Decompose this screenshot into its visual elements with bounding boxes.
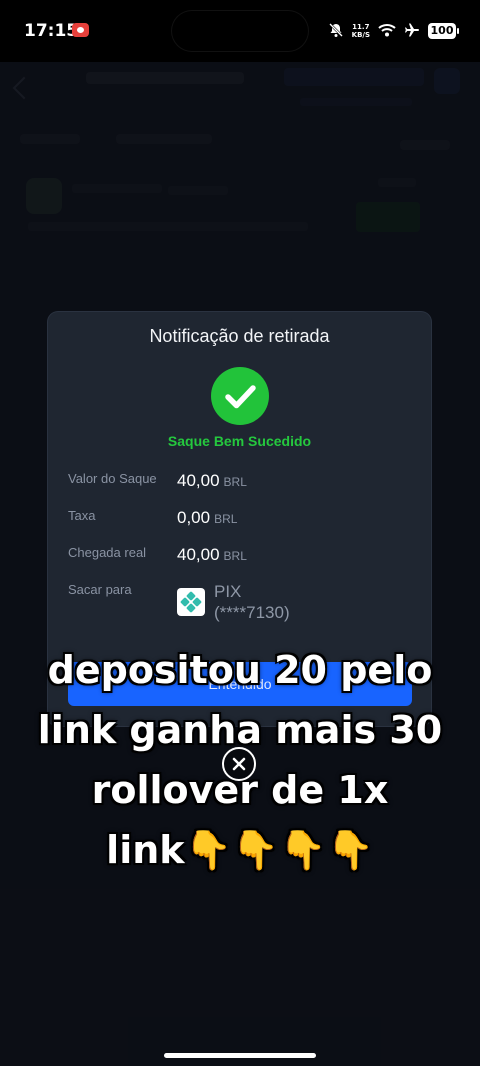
- arrival-currency: BRL: [223, 549, 247, 563]
- fee-label: Taxa: [68, 508, 96, 523]
- network-speed: 11.7 KB/S: [352, 23, 370, 39]
- fee-number: 0,00: [177, 508, 211, 527]
- fee-currency: BRL: [214, 512, 238, 526]
- battery-icon: 100: [428, 23, 459, 39]
- wifi-icon: [378, 23, 396, 40]
- dynamic-island: [172, 11, 308, 51]
- success-check-icon: [211, 367, 269, 425]
- amount-value: 40,00 BRL: [177, 471, 247, 491]
- actual-arrival-label: Chegada real: [68, 545, 147, 560]
- mute-bell-icon: [328, 22, 344, 41]
- status-icons: 11.7 KB/S 100: [328, 20, 459, 42]
- amount-label: Valor do Saque: [68, 471, 157, 486]
- network-speed-value: 11.7: [352, 23, 370, 31]
- caption-line: link👇👇👇👇: [106, 828, 374, 872]
- caption-line: depositou 20 pelo: [47, 648, 433, 692]
- withdraw-to-label: Sacar para: [68, 582, 132, 597]
- airplane-icon: [404, 22, 420, 41]
- pix-icon: [177, 588, 205, 616]
- home-indicator[interactable]: [164, 1053, 316, 1058]
- modal-title: Notificação de retirada: [149, 326, 330, 346]
- status-bar: 17:15 11.7 KB/S 100: [0, 0, 480, 62]
- close-icon[interactable]: [222, 747, 256, 781]
- status-time: 17:15: [24, 21, 79, 41]
- amount-currency: BRL: [223, 475, 247, 489]
- screen-record-icon: [72, 23, 89, 37]
- amount-number: 40,00: [177, 471, 220, 490]
- success-status: Saque Bem Sucedido: [167, 433, 312, 449]
- actual-arrival-value: 40,00 BRL: [177, 545, 247, 565]
- payment-method-name: PIX: [214, 582, 242, 601]
- payment-account-number: (****7130): [214, 603, 290, 622]
- network-speed-unit: KB/S: [351, 31, 370, 39]
- fee-value: 0,00 BRL: [177, 508, 237, 528]
- arrival-number: 40,00: [177, 545, 220, 564]
